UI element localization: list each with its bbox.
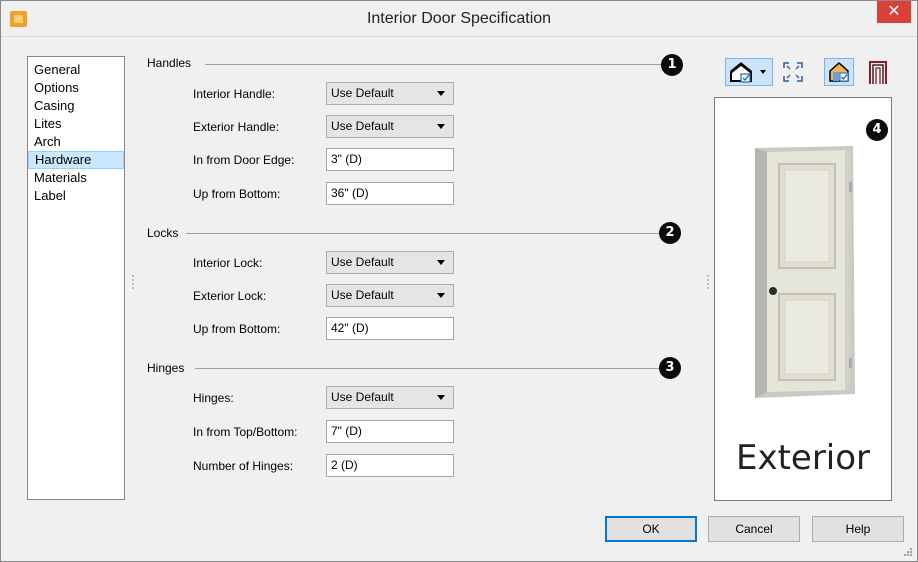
preview-side-label: Exterior [735, 438, 871, 478]
category-item-options[interactable]: Options [28, 79, 124, 97]
help-button[interactable]: Help [812, 516, 904, 542]
exterior-handle-select[interactable]: Use Default [326, 115, 454, 138]
in-from-door-edge-label: In from Door Edge: [193, 153, 295, 167]
category-item-lites[interactable]: Lites [28, 115, 124, 133]
handles-section-title: Handles [147, 56, 192, 70]
chevron-down-icon [437, 293, 445, 298]
exterior-handle-label: Exterior Handle: [193, 120, 280, 134]
view-mode-icon [730, 62, 766, 83]
material-preview-icon [829, 61, 849, 82]
category-list[interactable]: General Options Casing Lites Arch Hardwa… [27, 56, 125, 500]
title-bar[interactable]: Interior Door Specification ✕ [1, 1, 917, 37]
door-frame-button[interactable] [867, 59, 889, 85]
category-item-label[interactable]: Label [28, 187, 124, 205]
callout-1-badge: 1 [661, 54, 683, 76]
door-frame-icon [869, 61, 887, 84]
interior-lock-value: Use Default [331, 255, 394, 269]
splitter-grip-right[interactable] [707, 275, 709, 289]
chevron-down-icon [437, 260, 445, 265]
resize-grip-icon[interactable] [903, 547, 913, 557]
handle-up-from-bottom-input[interactable]: 36" (D) [326, 182, 454, 205]
fit-to-window-button[interactable] [782, 61, 804, 83]
handles-divider [205, 64, 661, 65]
exterior-handle-value: Use Default [331, 119, 394, 133]
in-from-door-edge-input[interactable]: 3" (D) [326, 148, 454, 171]
ok-button[interactable]: OK [605, 516, 697, 542]
hinges-value: Use Default [331, 390, 394, 404]
hinges-label: Hinges: [193, 391, 234, 405]
door-preview-pane[interactable]: 4 Exterior [714, 97, 892, 501]
interior-handle-value: Use Default [331, 86, 394, 100]
close-button[interactable]: ✕ [877, 1, 911, 23]
locks-divider [186, 233, 659, 234]
door-knob-icon [769, 287, 777, 295]
exterior-lock-label: Exterior Lock: [193, 289, 267, 303]
chevron-down-icon [437, 395, 445, 400]
fit-to-window-icon [783, 62, 803, 82]
category-item-arch[interactable]: Arch [28, 133, 124, 151]
cancel-button[interactable]: Cancel [708, 516, 800, 542]
category-item-hardware[interactable]: Hardware [28, 151, 124, 169]
locks-section-title: Locks [147, 226, 179, 240]
number-of-hinges-label: Number of Hinges: [193, 459, 294, 473]
window-title: Interior Door Specification [366, 10, 552, 27]
in-from-top-bottom-label: In from Top/Bottom: [193, 425, 298, 439]
material-preview-button[interactable] [824, 58, 854, 86]
category-item-casing[interactable]: Casing [28, 97, 124, 115]
interior-handle-label: Interior Handle: [193, 87, 276, 101]
callout-2-badge: 2 [659, 222, 681, 244]
interior-lock-label: Interior Lock: [193, 256, 263, 270]
chevron-down-icon [437, 124, 445, 129]
dialog-window: Interior Door Specification ✕ General Op… [0, 0, 918, 562]
lock-up-from-bottom-label: Up from Bottom: [193, 322, 281, 336]
handle-up-from-bottom-label: Up from Bottom: [193, 187, 281, 201]
exterior-lock-value: Use Default [331, 288, 394, 302]
hinges-select[interactable]: Use Default [326, 386, 454, 409]
exterior-lock-select[interactable]: Use Default [326, 284, 454, 307]
interior-lock-select[interactable]: Use Default [326, 251, 454, 274]
category-item-materials[interactable]: Materials [28, 169, 124, 187]
view-mode-dropdown-button[interactable] [725, 58, 773, 86]
category-item-general[interactable]: General [28, 61, 124, 79]
chevron-down-icon [437, 91, 445, 96]
callout-3-badge: 3 [659, 357, 681, 379]
hinges-divider [195, 368, 659, 369]
interior-handle-select[interactable]: Use Default [326, 82, 454, 105]
splitter-grip-left[interactable] [132, 275, 134, 289]
in-from-top-bottom-input[interactable]: 7" (D) [326, 420, 454, 443]
hinges-section-title: Hinges [147, 361, 185, 375]
door-illustration [755, 146, 855, 398]
lock-up-from-bottom-input[interactable]: 42" (D) [326, 317, 454, 340]
number-of-hinges-input[interactable]: 2 (D) [326, 454, 454, 477]
